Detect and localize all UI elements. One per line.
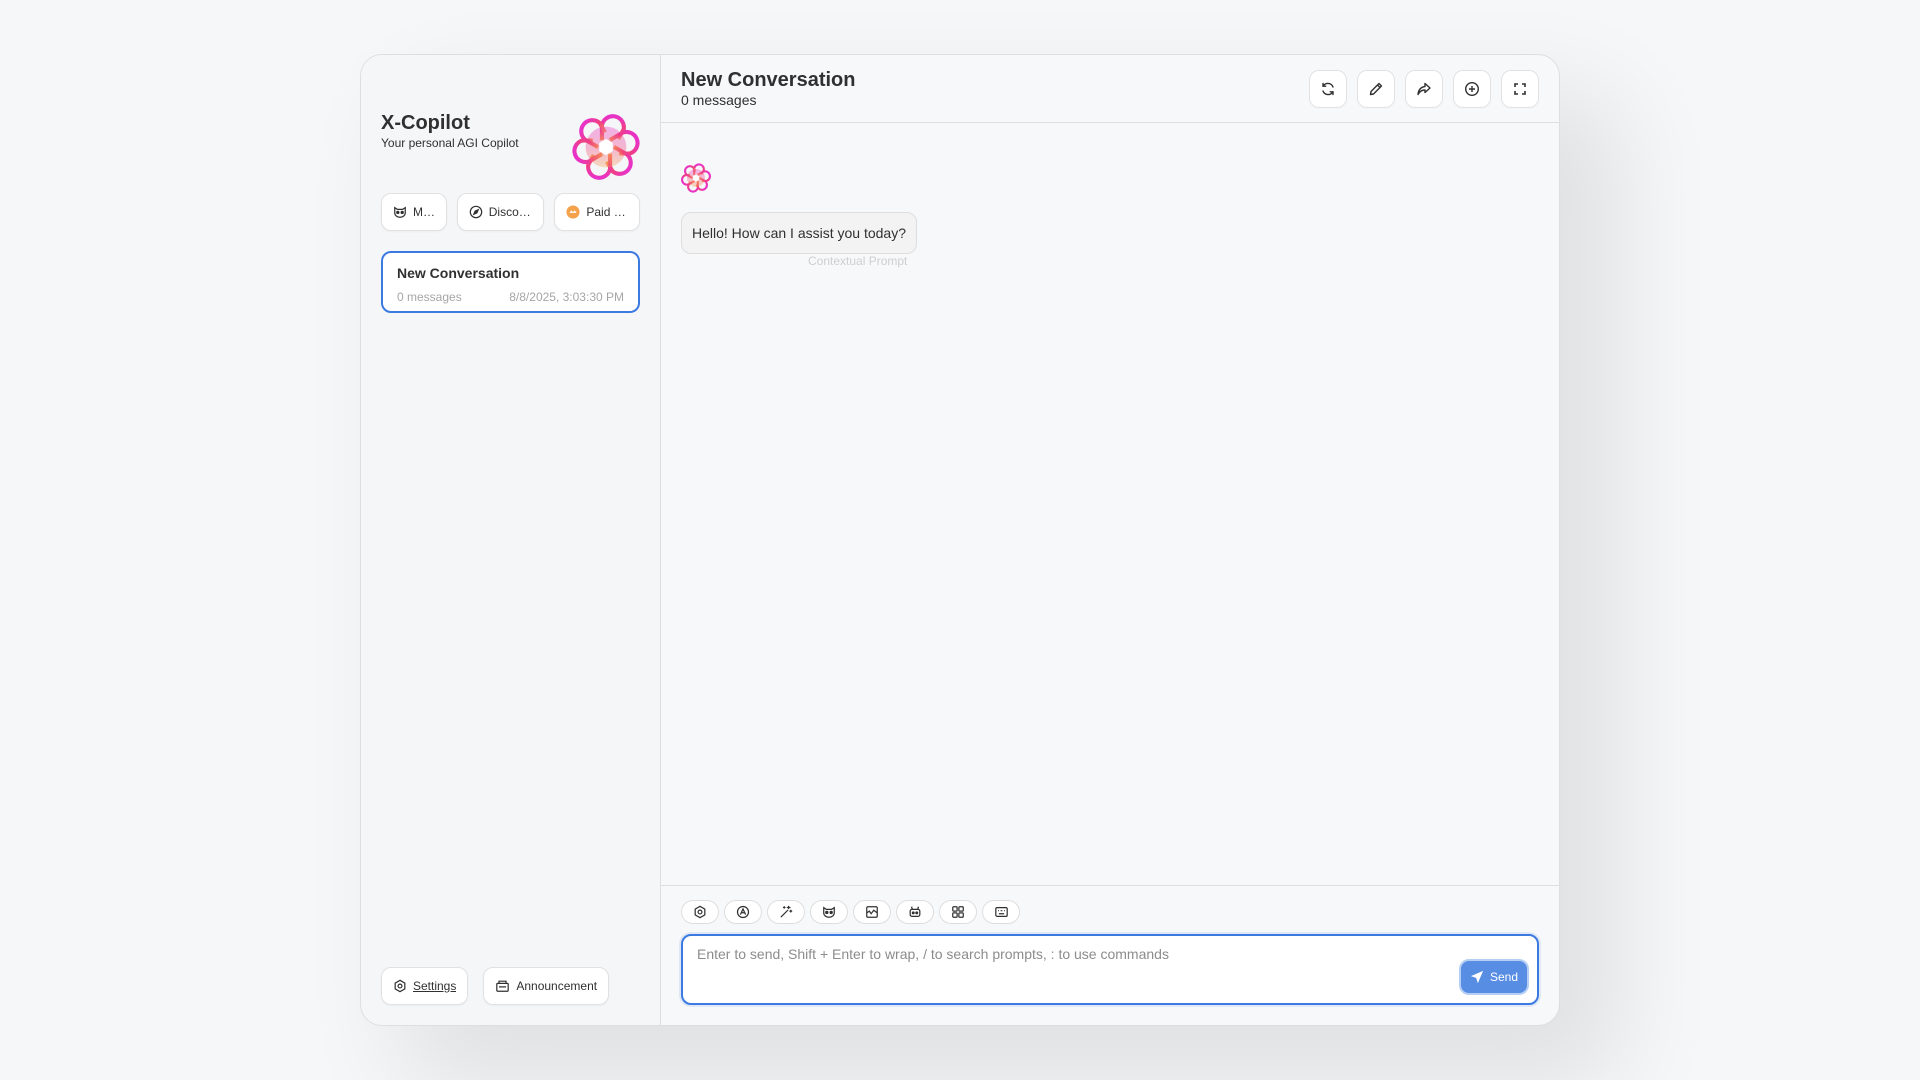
robot-icon: [909, 906, 921, 917]
chat-body: Hello! How can I assist you today? Conte…: [661, 123, 1559, 885]
send-icon: [1470, 970, 1484, 984]
settings-label: Settings: [413, 979, 457, 993]
chat-input-wrapper: Send: [681, 934, 1539, 1005]
session-meta: 0 messages 8/8/2025, 3:03:30 PM: [397, 290, 624, 304]
theme-icon: [736, 905, 750, 919]
add-icon: [1464, 81, 1480, 97]
new-chat-button[interactable]: [1453, 70, 1491, 108]
prompt-button[interactable]: [767, 900, 805, 924]
fullscreen-icon: [1514, 83, 1526, 95]
message-bubble: Hello! How can I assist you today?: [681, 212, 917, 254]
chat-input[interactable]: [683, 936, 1537, 1003]
settings-button[interactable]: Settings: [381, 967, 469, 1005]
session-title: New Conversation: [397, 265, 520, 281]
coin-icon: [566, 205, 580, 219]
send-button[interactable]: Send: [1459, 959, 1529, 995]
refresh-button[interactable]: [1309, 70, 1347, 108]
sidebar-footer: Settings Announcement: [381, 967, 610, 1005]
edit-button[interactable]: [1357, 70, 1395, 108]
plugin-icon: [952, 906, 964, 918]
chat-input-panel: Send: [661, 885, 1559, 1025]
refresh-icon: [1322, 82, 1334, 96]
shortcut-button[interactable]: [982, 900, 1020, 924]
app-logo-icon: [572, 114, 640, 180]
app-window: X-Copilot Your personal AGI Copilot M… D…: [360, 54, 1560, 1026]
paid-button-label: Paid …: [586, 205, 626, 219]
mask-button[interactable]: M…: [381, 193, 447, 231]
paid-button[interactable]: Paid …: [554, 193, 640, 231]
discovery-button-label: Disco…: [488, 205, 531, 219]
chat-panel: New Conversation 0 messages Hello! How c…: [661, 55, 1559, 1025]
robot-button[interactable]: [896, 900, 934, 924]
announcement-label: Announcement: [516, 979, 598, 993]
mask-select-button[interactable]: [810, 900, 848, 924]
mask-icon: [394, 206, 406, 218]
shortcut-icon: [994, 907, 1008, 917]
session-item[interactable]: New Conversation 0 messages 8/8/2025, 3:…: [381, 251, 640, 313]
chat-header: New Conversation 0 messages: [661, 55, 1559, 123]
share-icon: [1417, 82, 1431, 96]
session-count: 0 messages: [397, 290, 462, 304]
edit-icon: [1369, 82, 1383, 96]
contextual-prompt-label: Contextual Prompt: [808, 254, 908, 268]
theme-button[interactable]: [724, 900, 762, 924]
session-date: 8/8/2025, 3:03:30 PM: [509, 290, 624, 304]
sidebar: X-Copilot Your personal AGI Copilot M… D…: [361, 55, 661, 1025]
bot-avatar-icon: [681, 163, 711, 193]
share-button[interactable]: [1405, 70, 1443, 108]
assistant-message: Hello! How can I assist you today? Conte…: [681, 163, 1539, 268]
plugin-button[interactable]: [939, 900, 977, 924]
clear-context-button[interactable]: [853, 900, 891, 924]
sidebar-header: X-Copilot Your personal AGI Copilot: [381, 75, 640, 193]
discovery-button[interactable]: Disco…: [456, 193, 545, 231]
settings-icon: [694, 905, 706, 919]
mask-button-label: M…: [413, 205, 435, 219]
announcement-icon: [496, 980, 510, 992]
header-actions: [1309, 70, 1539, 108]
settings-icon: [394, 979, 406, 993]
prompt-icon: [780, 905, 793, 918]
input-actions: [681, 900, 1539, 924]
mask-icon: [823, 906, 835, 918]
send-button-label: Send: [1489, 970, 1519, 984]
announcement-button[interactable]: Announcement: [483, 967, 610, 1005]
chat-settings-button[interactable]: [681, 900, 719, 924]
discovery-icon: [469, 205, 483, 219]
fullscreen-button[interactable]: [1501, 70, 1539, 108]
sidebar-actions: M… Disco… Paid …: [381, 193, 640, 231]
clear-context-icon: [866, 906, 878, 918]
